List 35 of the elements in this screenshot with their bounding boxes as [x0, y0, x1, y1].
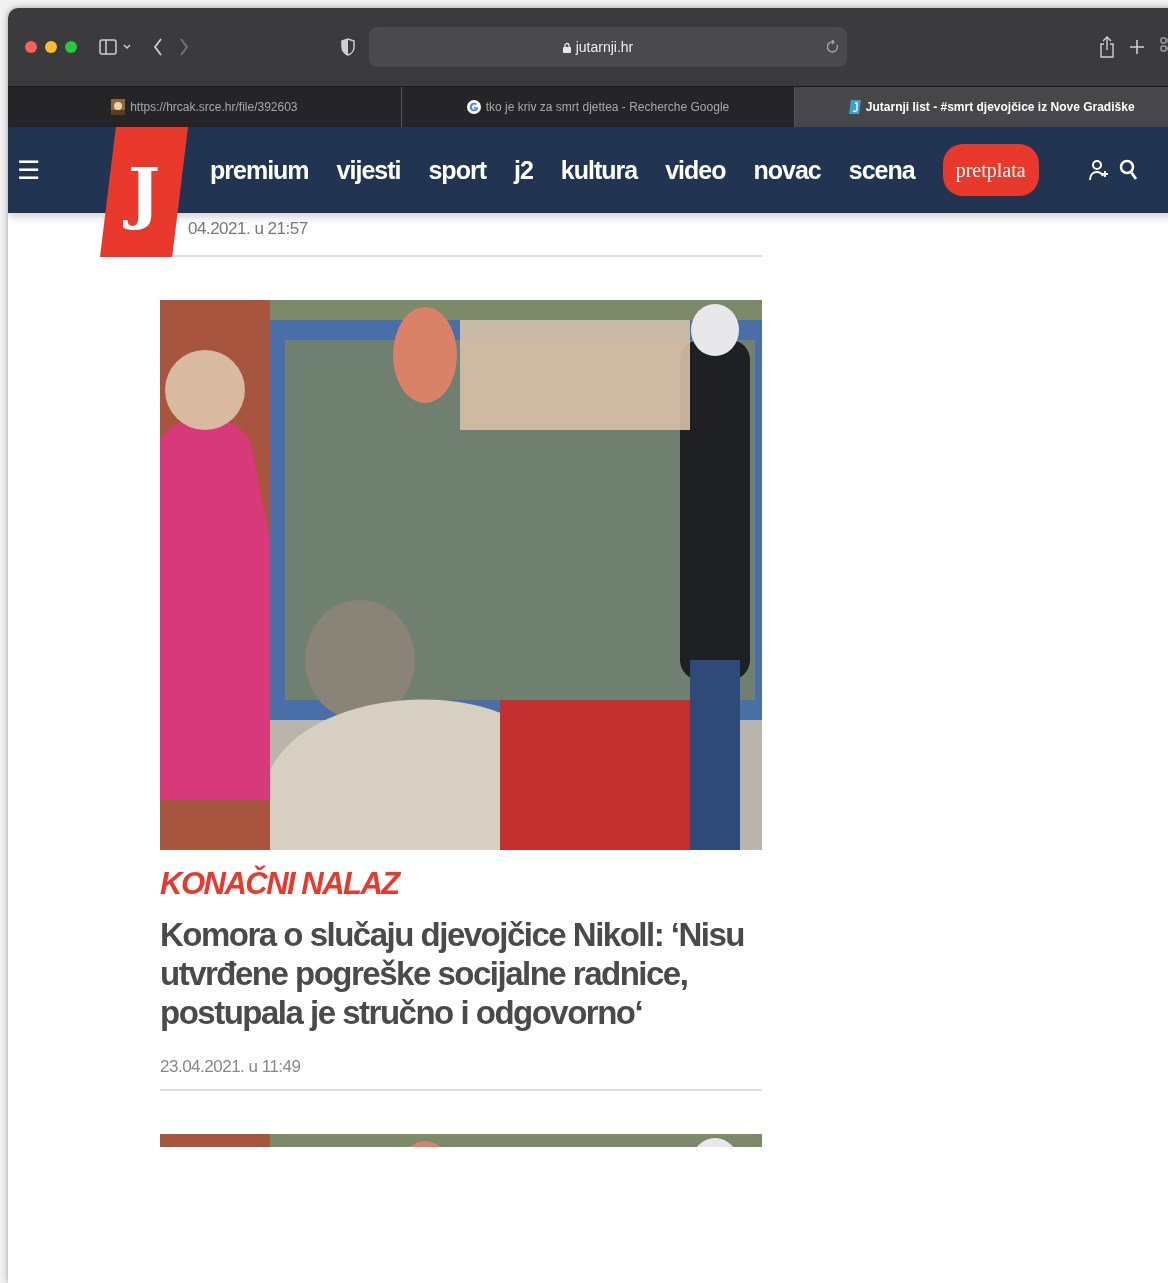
search-icon[interactable] [1118, 159, 1137, 181]
address-field[interactable]: jutarnji.hr [369, 27, 847, 67]
shield-icon[interactable] [341, 38, 355, 56]
nav-link[interactable]: novac [753, 155, 821, 185]
lock-icon [562, 41, 571, 53]
article-date: 04.2021. u 21:57 [187, 219, 309, 240]
sidebar-icon[interactable] [99, 39, 117, 55]
nav-link[interactable]: j2 [513, 155, 533, 185]
add-user-icon[interactable] [1088, 159, 1109, 181]
back-icon[interactable] [153, 38, 163, 56]
nav-link[interactable]: premium [210, 155, 309, 185]
article-headline[interactable]: Komora o slučaju djevojčice Nikoll: ‘Nisu utvrđene pogreške socijalne radnice, postupala je stručno i odgovorno‘ [160, 916, 762, 1033]
nav-link[interactable]: sport [428, 155, 486, 185]
article-label[interactable]: KONAČNI NALAZ [160, 866, 762, 902]
chevron-icon[interactable] [123, 44, 131, 50]
site-logo[interactable]: J [100, 127, 188, 257]
url-text: jutarnji.hr [575, 39, 634, 55]
reload-icon[interactable] [827, 40, 839, 54]
nav-link[interactable]: vijesti [336, 155, 401, 185]
forward-icon[interactable] [179, 38, 189, 56]
article-date: 23.04.2021. u 11:49 [160, 1056, 302, 1077]
subscribe-button[interactable]: pretplata [942, 144, 1039, 196]
window-control-icon[interactable] [45, 41, 57, 53]
browser-tab[interactable]: Jutarnji list - #smrt djevojčice iz Nove Gradiške [795, 87, 1168, 127]
google-icon [466, 100, 481, 114]
window-control-icon[interactable] [65, 41, 77, 53]
logo-favicon-icon [848, 100, 861, 114]
photo-favicon-icon [111, 99, 126, 115]
nav-link[interactable]: kultura [560, 155, 638, 185]
nav-link[interactable]: video [665, 155, 726, 185]
window-control-icon[interactable] [25, 41, 37, 53]
plus-icon[interactable] [1130, 40, 1144, 54]
nav-link[interactable]: scena [848, 155, 915, 185]
menu-button[interactable]: ☰ [16, 157, 40, 183]
share-icon[interactable] [1100, 36, 1114, 58]
